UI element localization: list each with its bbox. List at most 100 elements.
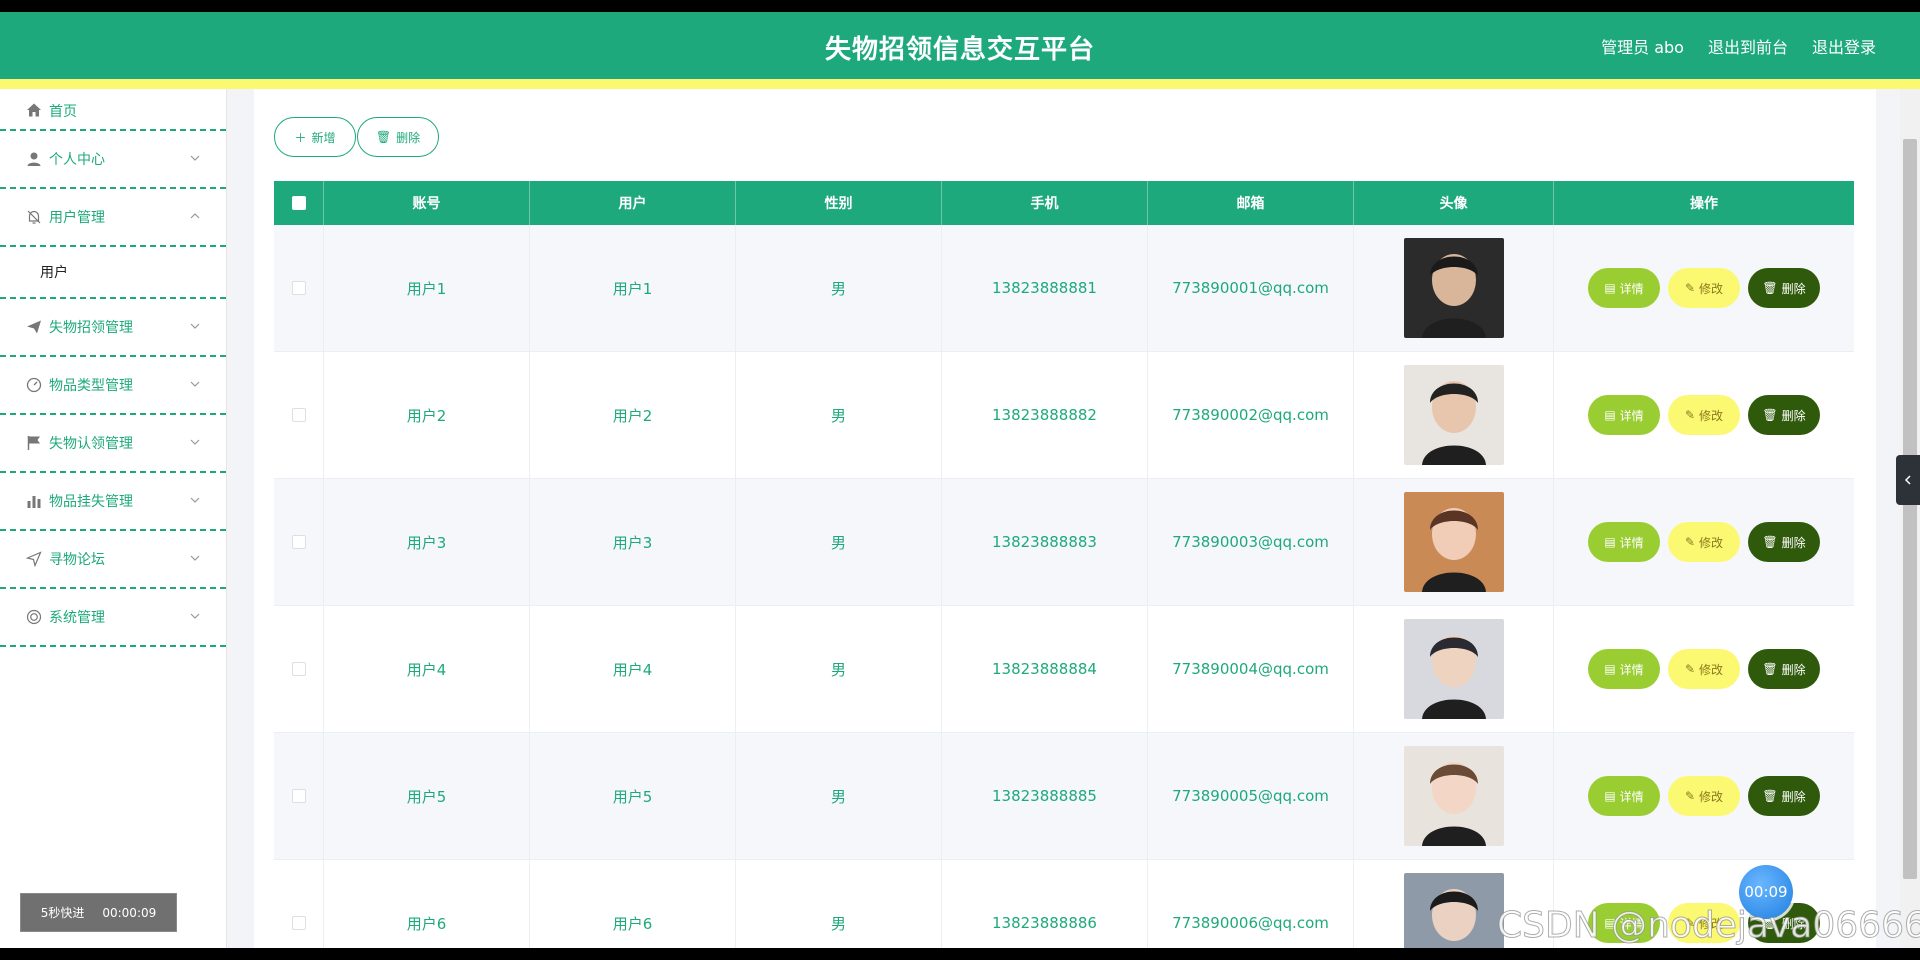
scrollbar-thumb[interactable] bbox=[1903, 139, 1917, 879]
avatar bbox=[1403, 746, 1504, 846]
bell-off-icon bbox=[25, 208, 43, 226]
trash-icon: 🗑 bbox=[1762, 789, 1778, 803]
row-checkbox[interactable] bbox=[291, 281, 306, 295]
table-row[interactable]: 用户1 用户1 男 13823888881 773890001@qq.com ▤… bbox=[274, 225, 1854, 352]
vertical-scrollbar[interactable] bbox=[1900, 89, 1920, 948]
phone-cell: 13823888884 bbox=[942, 606, 1148, 732]
account-cell: 用户5 bbox=[324, 733, 530, 859]
row-checkbox[interactable] bbox=[291, 789, 306, 803]
user-cell: 用户1 bbox=[530, 225, 736, 351]
collapse-panel-handle[interactable] bbox=[1896, 455, 1920, 505]
gender-cell: 男 bbox=[736, 733, 942, 859]
pencil-icon: ✎ bbox=[1684, 662, 1696, 676]
detail-button[interactable]: ▤ 详情 bbox=[1588, 395, 1660, 435]
detail-label: 详情 bbox=[1619, 281, 1644, 296]
player-time: 00:00:09 bbox=[102, 905, 157, 920]
avatar-cell bbox=[1354, 606, 1554, 732]
row-select-cell[interactable] bbox=[274, 225, 324, 351]
email-cell: 773890002@qq.com bbox=[1148, 352, 1354, 478]
sidebar-item-lost-found[interactable]: 失物招领管理 bbox=[0, 299, 226, 357]
row-select-cell[interactable] bbox=[274, 606, 324, 732]
sidebar-item-label: 用户管理 bbox=[49, 210, 105, 226]
detail-label: 详情 bbox=[1619, 662, 1644, 677]
actions-cell: ▤ 详情 ✎ 修改 🗑 删除 bbox=[1554, 225, 1854, 351]
logout-link[interactable]: 退出登录 bbox=[1812, 34, 1876, 58]
sidebar-subitem-label: 用户 bbox=[40, 265, 68, 281]
batch-delete-button[interactable]: 🗑 删除 bbox=[357, 117, 439, 157]
add-button-label: 新增 bbox=[311, 130, 336, 145]
actions-cell: ▤ 详情 ✎ 修改 🗑 删除 bbox=[1554, 733, 1854, 859]
select-all-cell[interactable] bbox=[274, 181, 324, 225]
exit-front-link[interactable]: 退出到前台 bbox=[1708, 34, 1788, 58]
fast-forward-label[interactable]: 5秒快进 bbox=[41, 904, 85, 921]
account-cell: 用户2 bbox=[324, 352, 530, 478]
edit-button[interactable]: ✎ 修改 bbox=[1668, 268, 1740, 308]
sidebar-item-claims[interactable]: 失物认领管理 bbox=[0, 415, 226, 473]
edit-button[interactable]: ✎ 修改 bbox=[1668, 776, 1740, 816]
sidebar-item-home[interactable]: 首页 bbox=[0, 89, 226, 131]
table-row[interactable]: 用户2 用户2 男 13823888882 773890002@qq.com ▤… bbox=[274, 352, 1854, 479]
row-checkbox[interactable] bbox=[291, 662, 306, 676]
pencil-icon: ✎ bbox=[1684, 535, 1696, 549]
bar-chart-icon bbox=[25, 492, 43, 510]
header-accent-strip bbox=[0, 79, 1920, 89]
chevron-down-icon bbox=[190, 497, 200, 503]
delete-row-button[interactable]: 🗑 删除 bbox=[1748, 268, 1820, 308]
row-select-cell[interactable] bbox=[274, 733, 324, 859]
row-checkbox[interactable] bbox=[291, 535, 306, 549]
table-row[interactable]: 用户5 用户5 男 13823888885 773890005@qq.com ▤… bbox=[274, 733, 1854, 860]
pencil-icon: ✎ bbox=[1684, 789, 1696, 803]
detail-button[interactable]: ▤ 详情 bbox=[1588, 776, 1660, 816]
sidebar-item-profile[interactable]: 个人中心 bbox=[0, 131, 226, 189]
email-cell: 773890004@qq.com bbox=[1148, 606, 1354, 732]
sidebar-item-item-types[interactable]: 物品类型管理 bbox=[0, 357, 226, 415]
table-row[interactable]: 用户4 用户4 男 13823888884 773890004@qq.com ▤… bbox=[274, 606, 1854, 733]
edit-label: 修改 bbox=[1699, 281, 1724, 296]
gauge-icon bbox=[25, 376, 43, 394]
actions-cell: ▤ 详情 ✎ 修改 🗑 删除 bbox=[1554, 606, 1854, 732]
detail-label: 详情 bbox=[1619, 408, 1644, 423]
sidebar-subitem-user[interactable]: 用户 bbox=[0, 247, 226, 299]
detail-button[interactable]: ▤ 详情 bbox=[1588, 522, 1660, 562]
document-icon: ▤ bbox=[1604, 408, 1616, 422]
document-icon: ▤ bbox=[1604, 662, 1616, 676]
delete-label: 删除 bbox=[1781, 789, 1806, 804]
chevron-down-icon bbox=[190, 555, 200, 561]
row-checkbox[interactable] bbox=[291, 916, 306, 930]
gender-cell: 男 bbox=[736, 606, 942, 732]
column-header: 手机 bbox=[942, 181, 1148, 225]
avatar-cell bbox=[1354, 479, 1554, 605]
admin-label[interactable]: 管理员 abo bbox=[1601, 34, 1684, 58]
document-icon: ▤ bbox=[1604, 789, 1616, 803]
user-cell: 用户5 bbox=[530, 733, 736, 859]
row-checkbox[interactable] bbox=[291, 408, 306, 422]
app-screen: 失物招领信息交互平台 管理员 abo 退出到前台 退出登录 首页 个人中心 用户… bbox=[0, 12, 1920, 948]
row-select-cell[interactable] bbox=[274, 860, 324, 948]
phone-cell: 13823888886 bbox=[942, 860, 1148, 948]
bottom-bar bbox=[0, 948, 1920, 960]
edit-button[interactable]: ✎ 修改 bbox=[1668, 649, 1740, 689]
delete-row-button[interactable]: 🗑 删除 bbox=[1748, 776, 1820, 816]
detail-button[interactable]: ▤ 详情 bbox=[1588, 649, 1660, 689]
video-player-controls[interactable]: 5秒快进 00:00:09 bbox=[20, 893, 177, 932]
settings-icon bbox=[25, 608, 43, 626]
edit-button[interactable]: ✎ 修改 bbox=[1668, 395, 1740, 435]
sidebar-item-system[interactable]: 系统管理 bbox=[0, 589, 226, 647]
delete-row-button[interactable]: 🗑 删除 bbox=[1748, 649, 1820, 689]
sidebar-item-user-management[interactable]: 用户管理 bbox=[0, 189, 226, 247]
delete-label: 删除 bbox=[1781, 408, 1806, 423]
edit-button[interactable]: ✎ 修改 bbox=[1668, 522, 1740, 562]
delete-row-button[interactable]: 🗑 删除 bbox=[1748, 522, 1820, 562]
row-select-cell[interactable] bbox=[274, 352, 324, 478]
delete-row-button[interactable]: 🗑 删除 bbox=[1748, 395, 1820, 435]
select-all-checkbox[interactable] bbox=[291, 196, 306, 210]
avatar bbox=[1403, 873, 1504, 948]
gender-cell: 男 bbox=[736, 479, 942, 605]
row-select-cell[interactable] bbox=[274, 479, 324, 605]
detail-button[interactable]: ▤ 详情 bbox=[1588, 268, 1660, 308]
sidebar-item-loss-reports[interactable]: 物品挂失管理 bbox=[0, 473, 226, 531]
sidebar-item-forum[interactable]: 寻物论坛 bbox=[0, 531, 226, 589]
sidebar-item-label: 物品挂失管理 bbox=[49, 494, 133, 510]
table-row[interactable]: 用户3 用户3 男 13823888883 773890003@qq.com ▤… bbox=[274, 479, 1854, 606]
add-button[interactable]: ＋ 新增 bbox=[274, 117, 356, 157]
